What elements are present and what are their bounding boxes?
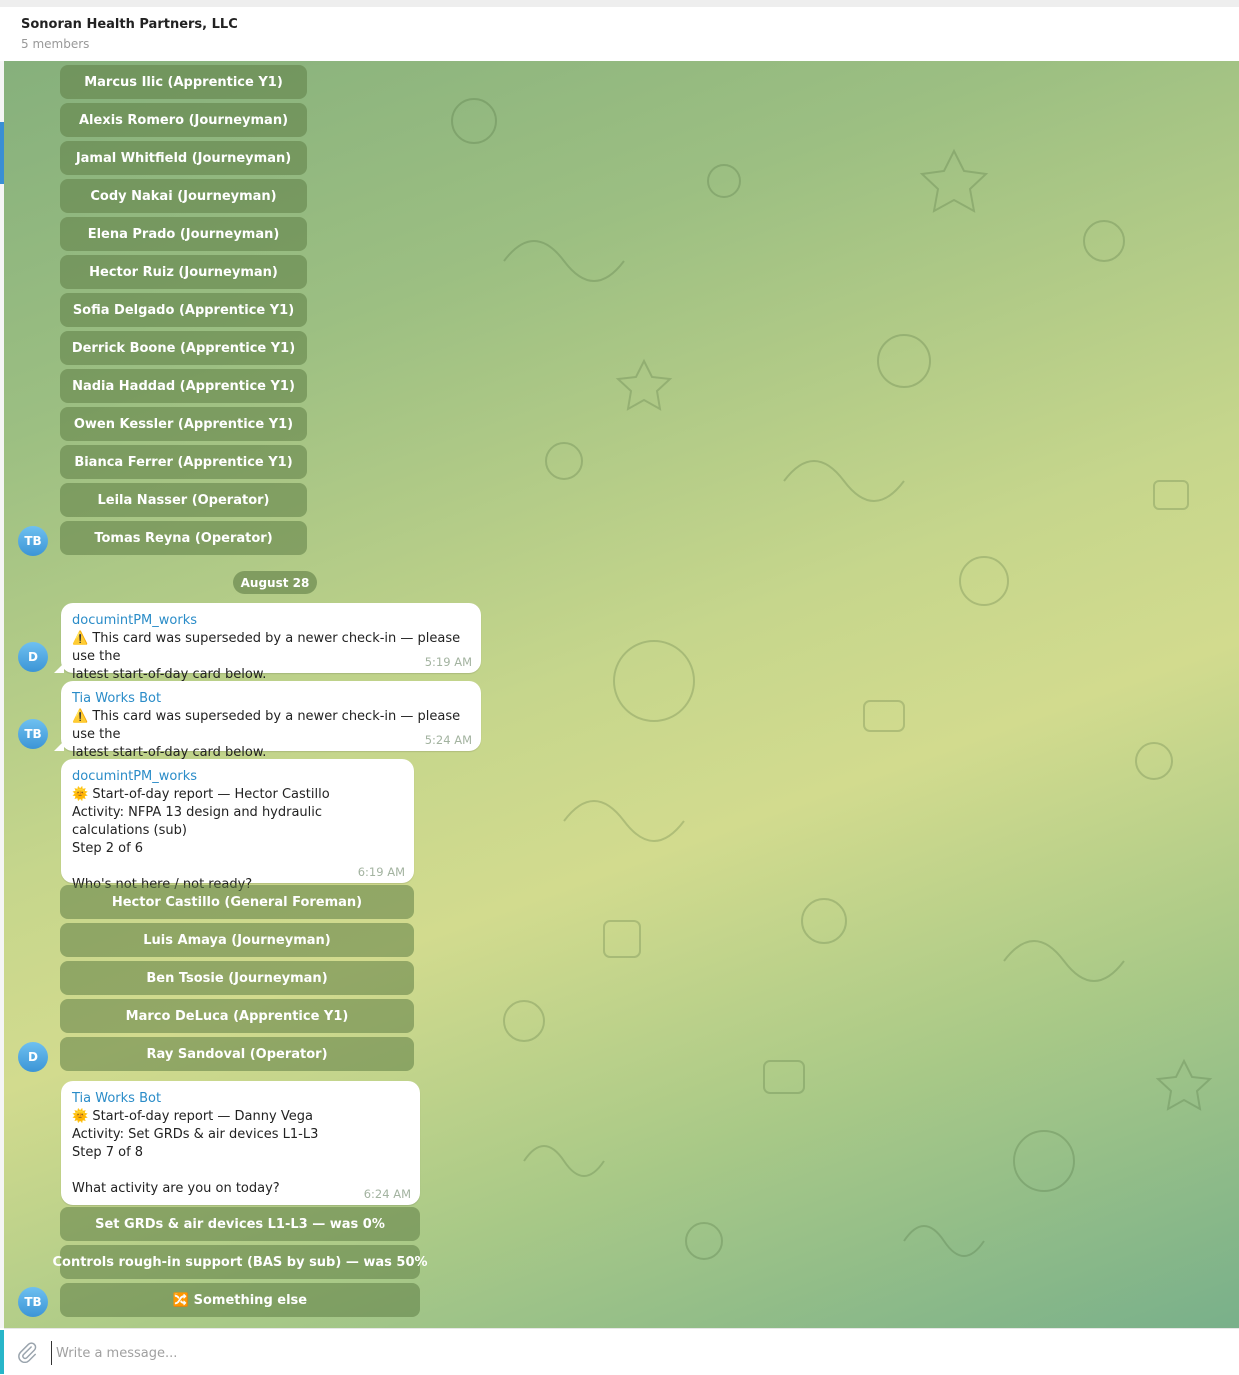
message-sender[interactable]: documintPM_works bbox=[72, 612, 470, 630]
avatar[interactable]: TB bbox=[18, 1287, 48, 1317]
avatar[interactable]: D bbox=[18, 1042, 48, 1072]
keyboard-button[interactable]: Derrick Boone (Apprentice Y1) bbox=[60, 331, 307, 365]
keyboard-button[interactable]: Hector Ruiz (Journeyman) bbox=[60, 255, 307, 289]
keyboard-button[interactable]: Sofia Delgado (Apprentice Y1) bbox=[60, 293, 307, 327]
avatar[interactable]: D bbox=[18, 642, 48, 672]
message-time: 5:24 AM bbox=[424, 733, 472, 747]
message-time: 5:19 AM bbox=[424, 655, 472, 669]
keyboard-button[interactable]: Controls rough-in support (BAS by sub) —… bbox=[52, 1245, 428, 1279]
message-text: 🌞 Start-of-day report — Hector Castillo … bbox=[72, 787, 330, 892]
chat-history[interactable]: Marcus Ilic (Apprentice Y1) Alexis Romero… bbox=[4, 61, 1239, 1328]
member-count: 5 members bbox=[21, 37, 90, 51]
avatar[interactable]: TB bbox=[18, 719, 48, 749]
keyboard-button[interactable]: Luis Amaya (Journeyman) bbox=[60, 923, 414, 957]
message-bubble: documintPM_works ⚠️ This card was supers… bbox=[54, 603, 481, 682]
keyboard-button[interactable]: Leila Nasser (Operator) bbox=[60, 483, 307, 517]
keyboard-button[interactable]: Set GRDs & air devices L1-L3 — was 0% bbox=[60, 1207, 420, 1241]
keyboard-button[interactable]: Marco DeLuca (Apprentice Y1) bbox=[60, 999, 414, 1033]
message-bubble: documintPM_works 🌞 Start-of-day report —… bbox=[61, 759, 414, 892]
message-text: ⚠️ This card was superseded by a newer c… bbox=[72, 631, 461, 682]
keyboard-button[interactable]: Nadia Haddad (Apprentice Y1) bbox=[60, 369, 307, 403]
keyboard-button[interactable]: Tomas Reyna (Operator) bbox=[60, 521, 307, 555]
keyboard-button[interactable]: Alexis Romero (Journeyman) bbox=[60, 103, 307, 137]
message-sender[interactable]: Tia Works Bot bbox=[72, 690, 470, 708]
keyboard-button[interactable]: Marcus Ilic (Apprentice Y1) bbox=[60, 65, 307, 99]
message-bubble: Tia Works Bot 🌞 Start-of-day report — Da… bbox=[61, 1081, 420, 1205]
chat-header[interactable]: Sonoran Health Partners, LLC 5 members bbox=[4, 7, 1239, 62]
message-text: 🌞 Start-of-day report — Danny Vega Activ… bbox=[72, 1109, 319, 1196]
keyboard-button[interactable]: Ray Sandoval (Operator) bbox=[60, 1037, 414, 1071]
keyboard-button[interactable]: Bianca Ferrer (Apprentice Y1) bbox=[60, 445, 307, 479]
message-sender[interactable]: documintPM_works bbox=[72, 768, 403, 786]
message-input[interactable] bbox=[51, 1341, 1208, 1365]
avatar[interactable]: TB bbox=[18, 526, 48, 556]
keyboard-button[interactable]: 🔀 Something else bbox=[60, 1283, 420, 1317]
keyboard-button[interactable]: Ben Tsosie (Journeyman) bbox=[60, 961, 414, 995]
keyboard-button[interactable]: Cody Nakai (Journeyman) bbox=[60, 179, 307, 213]
message-sender[interactable]: Tia Works Bot bbox=[72, 1090, 409, 1108]
keyboard-button[interactable]: Jamal Whitfield (Journeyman) bbox=[60, 141, 307, 175]
paperclip-icon[interactable] bbox=[16, 1341, 38, 1363]
window-top-strip bbox=[0, 0, 1239, 7]
message-bubble: Tia Works Bot ⚠️ This card was supersede… bbox=[54, 681, 481, 760]
date-separator: August 28 bbox=[233, 571, 317, 594]
keyboard-button[interactable]: Owen Kessler (Apprentice Y1) bbox=[60, 407, 307, 441]
keyboard-button[interactable]: Hector Castillo (General Foreman) bbox=[60, 885, 414, 919]
keyboard-button[interactable]: Elena Prado (Journeyman) bbox=[60, 217, 307, 251]
message-composer bbox=[4, 1328, 1239, 1375]
message-time: 6:24 AM bbox=[363, 1187, 411, 1201]
message-time: 6:19 AM bbox=[357, 865, 405, 879]
chat-title: Sonoran Health Partners, LLC bbox=[21, 17, 238, 32]
message-text: ⚠️ This card was superseded by a newer c… bbox=[72, 709, 461, 760]
